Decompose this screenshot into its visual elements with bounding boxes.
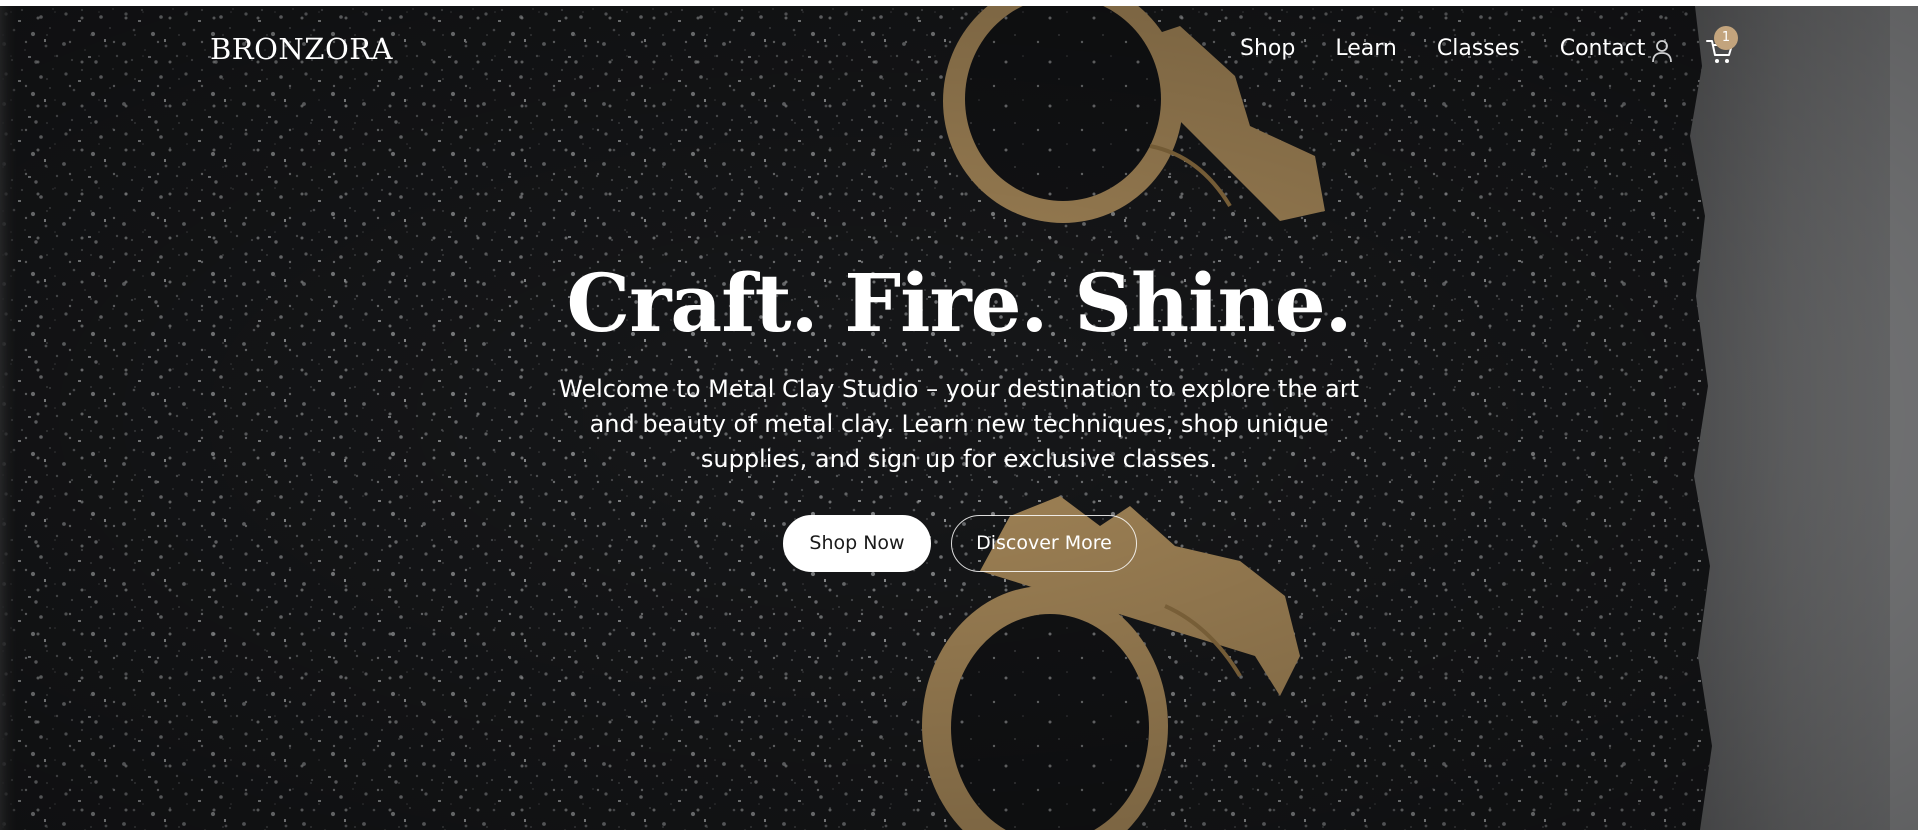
shop-now-button[interactable]: Shop Now	[783, 515, 931, 572]
user-icon[interactable]	[1649, 38, 1675, 64]
site-header: BRONZORA Shop Learn Classes Contact 1	[0, 6, 1918, 92]
hero-headline: Craft. Fire. Shine.	[566, 256, 1353, 350]
main-nav: Shop Learn Classes Contact	[1240, 34, 1645, 64]
nav-item-contact[interactable]: Contact	[1560, 34, 1646, 64]
hero-subtext: Welcome to Metal Clay Studio – your dest…	[559, 375, 1359, 473]
discover-more-button[interactable]: Discover More	[951, 515, 1137, 572]
hero-section: BRONZORA Shop Learn Classes Contact 1 Cr…	[0, 6, 1918, 830]
nav-item-learn[interactable]: Learn	[1335, 34, 1397, 64]
nav-item-classes[interactable]: Classes	[1437, 34, 1520, 64]
cart-count-badge: 1	[1714, 26, 1738, 50]
nav-item-shop[interactable]: Shop	[1240, 34, 1295, 64]
brand-logo[interactable]: BRONZORA	[210, 32, 393, 66]
